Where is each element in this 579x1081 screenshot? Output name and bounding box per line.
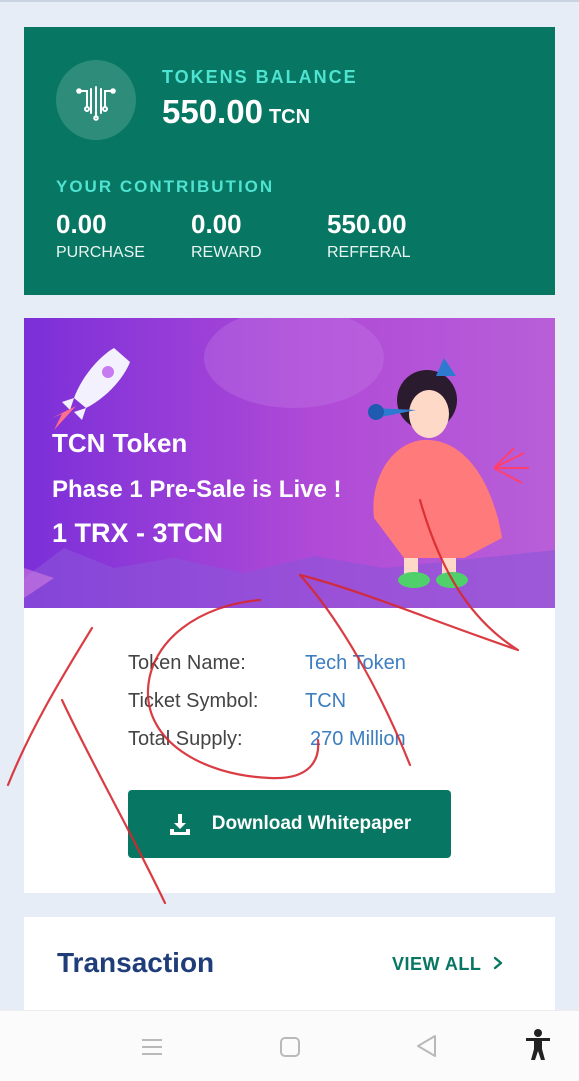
- view-all-label: VIEW ALL: [392, 954, 482, 974]
- ticket-symbol-value: TCN: [305, 690, 347, 712]
- tokens-balance-label: TOKENS BALANCE: [162, 67, 358, 87]
- chevron-right-icon: [493, 954, 503, 975]
- stat-purchase: 0.00 PURCHASE: [56, 209, 145, 262]
- system-nav-bar: [0, 1010, 579, 1081]
- ticket-symbol-row: Ticket Symbol: TCN: [128, 690, 346, 713]
- stat-value: 0.00: [56, 209, 107, 239]
- circuit-logo-icon: [56, 60, 136, 140]
- banner-rate: 1 TRX - 3TCN: [52, 518, 224, 548]
- banner-illustration: [24, 318, 555, 608]
- back-triangle-icon[interactable]: [414, 1033, 438, 1064]
- stat-reward: 0.00 REWARD: [191, 209, 262, 262]
- menu-icon[interactable]: [140, 1036, 164, 1063]
- transaction-title: Transaction: [57, 947, 215, 978]
- token-name-label: Token Name:: [128, 652, 246, 674]
- stat-label: REWARD: [191, 244, 262, 261]
- token-name-row: Token Name: Tech Token: [128, 652, 406, 675]
- total-supply-label: Total Supply:: [128, 728, 243, 750]
- presale-banner[interactable]: TCN Token Phase 1 Pre-Sale is Live ! 1 T…: [24, 318, 555, 608]
- accessibility-icon[interactable]: [524, 1029, 552, 1066]
- ticket-symbol-label: Ticket Symbol:: [128, 690, 259, 712]
- view-all-link[interactable]: VIEW ALL: [392, 954, 503, 975]
- banner-title: TCN Token: [52, 428, 188, 458]
- balance-card: TOKENS BALANCE 550.00 TCN YOUR CONTRIBUTI…: [24, 27, 555, 295]
- balance-value: 550.00: [162, 93, 263, 130]
- download-whitepaper-button[interactable]: Download Whitepaper: [128, 790, 451, 858]
- balance-unit: TCN: [268, 106, 311, 128]
- token-name-value: Tech Token: [305, 652, 406, 674]
- download-icon: [168, 812, 192, 836]
- total-supply-value: 270 Million: [310, 728, 406, 750]
- tokens-balance-amount: 550.00 TCN: [162, 93, 310, 131]
- stat-referral: 550.00 REFFERAL: [327, 209, 411, 262]
- stat-label: REFFERAL: [327, 244, 411, 261]
- download-button-label: Download Whitepaper: [211, 813, 412, 834]
- banner-subtitle: Phase 1 Pre-Sale is Live !: [52, 476, 342, 503]
- total-supply-row: Total Supply: 270 Million: [128, 728, 406, 751]
- top-divider: [0, 0, 579, 2]
- contribution-label: YOUR CONTRIBUTION: [56, 177, 275, 196]
- stat-value: 550.00: [327, 209, 407, 239]
- presale-card: TCN Token Phase 1 Pre-Sale is Live ! 1 T…: [24, 318, 555, 893]
- stat-label: PURCHASE: [56, 244, 145, 261]
- home-square-icon[interactable]: [278, 1035, 302, 1064]
- stat-value: 0.00: [191, 209, 242, 239]
